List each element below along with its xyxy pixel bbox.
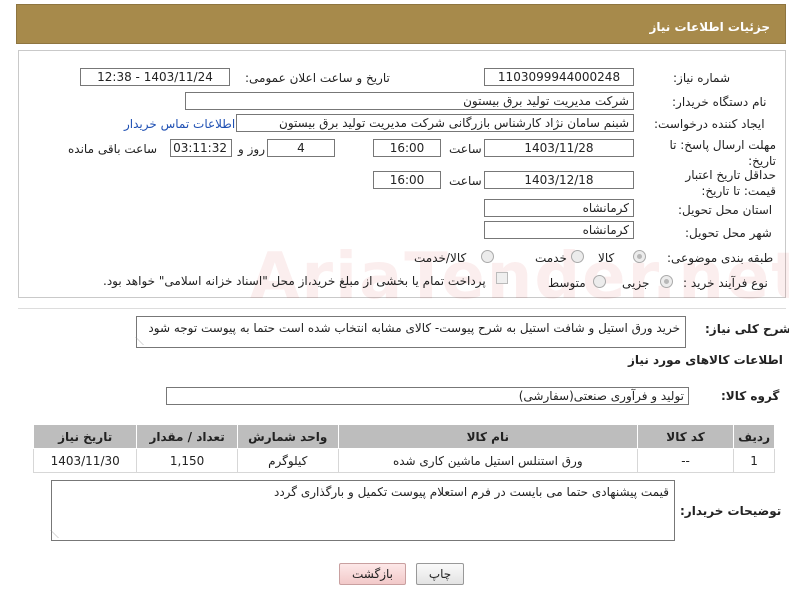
province-field: کرمانشاه bbox=[484, 199, 634, 217]
category-label: طبقه بندی موضوعی: bbox=[667, 251, 774, 265]
purchase-minor-label: جزیی bbox=[622, 276, 650, 290]
announce-date-label: تاریخ و ساعت اعلان عمومی: bbox=[245, 71, 390, 85]
print-button[interactable]: چاپ bbox=[416, 563, 464, 585]
category-goods-service-label: کالا/خدمت bbox=[414, 251, 467, 265]
days-label: روز و bbox=[238, 142, 265, 156]
validity-time-label: ساعت bbox=[449, 174, 482, 188]
col-unit: واحد شمارش bbox=[236, 424, 339, 449]
cell-item-name: ورق استنلس استیل ماشین کاری شده bbox=[337, 448, 638, 473]
deadline-date-field: 1403/11/28 bbox=[484, 139, 634, 157]
need-number-label: شماره نیاز: bbox=[673, 71, 730, 85]
category-service-label: خدمت bbox=[535, 251, 567, 265]
purchase-type-label: نوع فرآیند خرید : bbox=[683, 276, 768, 290]
creator-field: شبنم سامان نژاد کارشناس بازرگانی شرکت مد… bbox=[236, 114, 634, 132]
resize-grip-icon[interactable] bbox=[50, 530, 66, 538]
need-number-field: 1103099944000248 bbox=[484, 68, 634, 86]
page-header: جزئیات اطلاعات نیاز bbox=[16, 4, 786, 44]
buyer-org-field: شرکت مدیریت تولید برق بیستون bbox=[185, 92, 634, 110]
cell-quantity: 1,150 bbox=[136, 448, 238, 473]
category-goods-service-radio[interactable] bbox=[481, 250, 494, 263]
purchase-minor-radio[interactable] bbox=[660, 275, 673, 288]
col-quantity: تعداد / مقدار bbox=[136, 424, 238, 449]
buyer-notes-text: قیمت پیشنهادی حتما می بایست در فرم استعل… bbox=[273, 485, 669, 499]
validity-date-field: 1403/12/18 bbox=[484, 171, 634, 189]
buyer-notes-label: توضیحات خریدار: bbox=[680, 504, 782, 518]
creator-label: ایجاد کننده درخواست: bbox=[654, 117, 765, 131]
description-text: خرید ورق استیل و شافت استیل به شرح پیوست… bbox=[148, 321, 680, 335]
validity-label: حداقل تاریخ اعتبار قیمت: تا تاریخ: bbox=[685, 168, 776, 198]
purchase-medium-label: متوسط bbox=[548, 276, 586, 290]
description-field: خرید ورق استیل و شافت استیل به شرح پیوست… bbox=[135, 316, 686, 348]
validity-time-field: 16:00 bbox=[373, 171, 441, 189]
category-goods-label: کالا bbox=[598, 251, 615, 265]
city-field: کرمانشاه bbox=[484, 221, 634, 239]
goods-group-field: تولید و فرآوری صنعتی(سفارشی) bbox=[166, 387, 689, 405]
deadline-time-label: ساعت bbox=[449, 142, 482, 156]
back-button[interactable]: بازگشت bbox=[339, 563, 406, 585]
remaining-time-field: 03:11:32 bbox=[170, 139, 232, 157]
description-label: شرح کلی نیاز: bbox=[705, 322, 789, 336]
cell-item-code: -- bbox=[636, 448, 735, 473]
province-label: استان محل تحویل: bbox=[678, 203, 773, 217]
city-label: شهر محل تحویل: bbox=[685, 226, 772, 240]
section-divider bbox=[18, 308, 786, 309]
col-row-number: ردیف bbox=[733, 424, 775, 449]
cell-row-number: 1 bbox=[733, 448, 775, 473]
cell-unit: کیلوگرم bbox=[236, 448, 339, 473]
treasury-checkbox[interactable] bbox=[496, 272, 508, 284]
deadline-time-field: 16:00 bbox=[373, 139, 441, 157]
cell-need-date: 1403/11/30 bbox=[32, 448, 138, 473]
col-item-code: کد کالا bbox=[636, 424, 735, 449]
page-title: جزئیات اطلاعات نیاز bbox=[649, 20, 770, 34]
col-need-date: تاریخ نیاز bbox=[32, 424, 138, 449]
buyer-notes-field: قیمت پیشنهادی حتما می بایست در فرم استعل… bbox=[50, 480, 675, 541]
remaining-days-field: 4 bbox=[267, 139, 335, 157]
category-service-radio[interactable] bbox=[571, 250, 584, 263]
category-goods-radio[interactable] bbox=[633, 250, 646, 263]
goods-group-label: گروه کالا: bbox=[721, 389, 780, 403]
buyer-contact-link[interactable]: اطلاعات تماس خریدار bbox=[124, 117, 235, 131]
col-item-name: نام کالا bbox=[337, 424, 638, 449]
treasury-note: پرداخت تمام یا بخشی از مبلغ خرید،از محل … bbox=[103, 274, 486, 288]
goods-table-header: ردیف کد کالا نام کالا واحد شمارش تعداد /… bbox=[32, 424, 775, 449]
table-row: 1 -- ورق استنلس استیل ماشین کاری شده کیل… bbox=[32, 448, 775, 473]
remaining-time-label: ساعت باقی مانده bbox=[68, 142, 158, 156]
buyer-org-label: نام دستگاه خریدار: bbox=[672, 95, 767, 109]
goods-table: ردیف کد کالا نام کالا واحد شمارش تعداد /… bbox=[32, 424, 775, 473]
deadline-label: مهلت ارسال پاسخ: تا تاریخ: bbox=[669, 138, 776, 168]
purchase-medium-radio[interactable] bbox=[593, 275, 606, 288]
goods-section-title: اطلاعات کالاهای مورد نیاز bbox=[628, 353, 783, 367]
announce-date-field: 1403/11/24 - 12:38 bbox=[80, 68, 230, 86]
resize-grip-icon[interactable] bbox=[135, 337, 151, 345]
